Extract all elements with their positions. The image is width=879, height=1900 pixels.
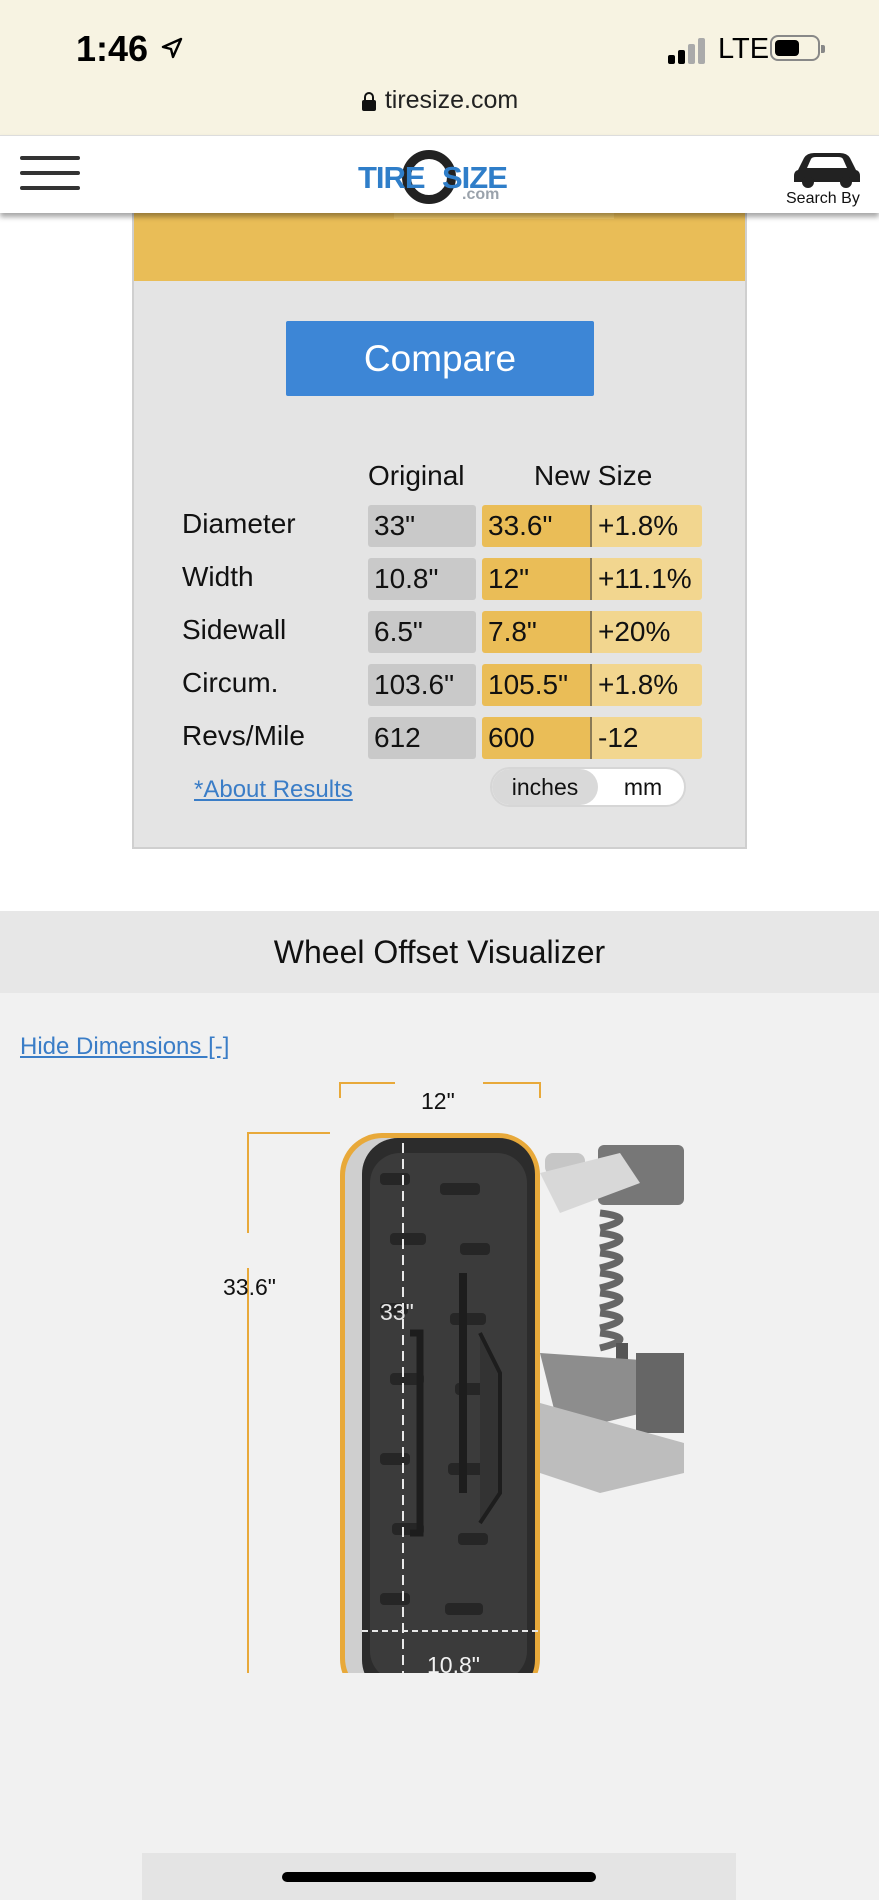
url-text: tiresize.com — [384, 86, 519, 114]
new-size-column-header: New Size — [534, 460, 653, 491]
wheel-offset-diagram — [247, 1082, 684, 1673]
new-width-label: 12" — [421, 1088, 455, 1114]
new-circumference: 105.5" — [482, 664, 592, 706]
unit-inches-option[interactable]: inches — [492, 769, 598, 805]
row-label-revs-per-mile: Revs/Mile — [182, 720, 305, 751]
lock-icon — [361, 92, 376, 111]
about-results-link[interactable]: *About Results — [194, 776, 353, 804]
status-time: 1:46 — [76, 28, 149, 69]
row-label-sidewall: Sidewall — [182, 614, 287, 645]
unit-mm-option[interactable]: mm — [604, 769, 682, 805]
unit-toggle[interactable]: inches mm — [490, 767, 686, 807]
row-label-width: Width — [182, 561, 254, 592]
menu-icon[interactable] — [20, 156, 80, 190]
car-icon — [794, 153, 860, 188]
network-type: LTE — [718, 33, 770, 65]
diff-sidewall: +20% — [592, 611, 702, 653]
diff-width: +11.1% — [592, 558, 702, 600]
row-label-diameter: Diameter — [182, 508, 296, 539]
new-diameter: 33.6" — [482, 505, 592, 547]
row-label-circumference: Circum. — [182, 667, 279, 698]
original-revs-per-mile: 612 — [368, 717, 476, 759]
height-dimension-line — [247, 1132, 330, 1673]
tiresize-logo[interactable]: TIRE SIZE .com — [358, 144, 524, 206]
visualizer-area: Hide Dimensions [-] 12" 33.6" 33" 10.8" — [0, 993, 879, 1900]
original-diameter: 33" — [368, 505, 476, 547]
compare-panel: Compare Original New Size Diameter 33" 3… — [132, 213, 747, 849]
site-header: TIRE SIZE .com Search By — [0, 135, 879, 213]
panel-header — [134, 213, 745, 281]
original-sidewall: 6.5" — [368, 611, 476, 653]
location-arrow-icon — [161, 37, 183, 59]
suspension-image — [540, 1145, 684, 1493]
status-bar: 1:46 LTE tiresize.com — [0, 0, 879, 135]
diff-revs-per-mile: -12 — [592, 717, 702, 759]
address-bar[interactable]: tiresize.com — [0, 86, 879, 115]
search-by-button[interactable]: Search By — [780, 144, 870, 208]
original-width-label: 10.8" — [427, 1652, 480, 1678]
new-diameter-label: 33.6" — [223, 1274, 276, 1300]
original-column-header: Original — [368, 460, 465, 491]
home-indicator[interactable] — [282, 1872, 596, 1882]
new-revs-per-mile: 600 — [482, 717, 592, 759]
diff-circumference: +1.8% — [592, 664, 702, 706]
hide-dimensions-link[interactable]: Hide Dimensions [-] — [20, 1033, 229, 1061]
new-sidewall: 7.8" — [482, 611, 592, 653]
tire-image — [340, 1133, 540, 1673]
battery-icon — [770, 35, 825, 61]
original-width: 10.8" — [368, 558, 476, 600]
cell-signal-icon — [668, 36, 712, 64]
new-width: 12" — [482, 558, 592, 600]
diff-diameter: +1.8% — [592, 505, 702, 547]
visualizer-title: Wheel Offset Visualizer — [0, 911, 879, 993]
original-circumference: 103.6" — [368, 664, 476, 706]
original-diameter-label: 33" — [380, 1299, 414, 1325]
compare-button[interactable]: Compare — [286, 321, 594, 396]
